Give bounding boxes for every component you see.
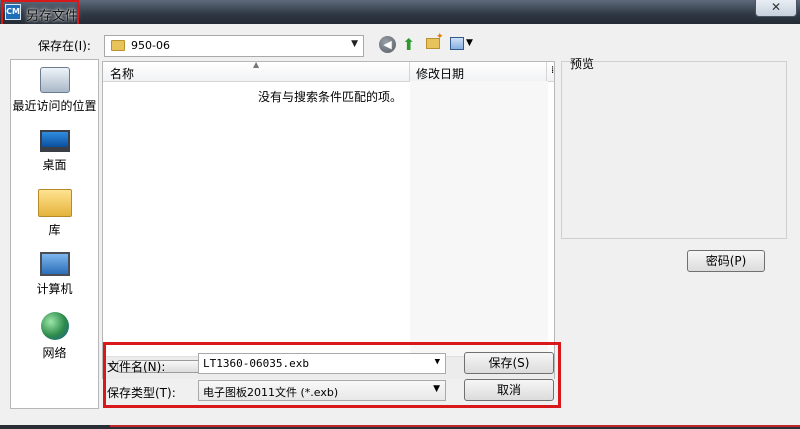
place-label: 桌面 <box>42 158 67 172</box>
column-header: ▲ 名称 修改日期 ⁞ <box>103 60 554 82</box>
place-label: 库 <box>48 223 61 237</box>
place-network[interactable]: 网络 <box>11 312 98 361</box>
libraries-icon <box>37 189 72 217</box>
folder-icon <box>111 40 125 51</box>
computer-icon <box>39 252 70 276</box>
sparkle-icon: ✦ <box>436 32 444 42</box>
places-bar: 最近访问的位置 桌面 库 计算机 网络 <box>10 59 99 409</box>
preview-label: 预览 <box>570 57 595 71</box>
preview-pane <box>561 61 787 239</box>
place-label: 最近访问的位置 <box>12 99 97 113</box>
column-divider[interactable] <box>409 62 410 81</box>
save-in-value: 950-06 <box>131 39 170 52</box>
chevron-down-icon: ▼ <box>351 39 358 49</box>
close-button[interactable]: ✕ <box>755 0 797 17</box>
recent-places-icon <box>39 67 70 93</box>
column-modified-date[interactable]: 修改日期 <box>416 65 464 82</box>
chevron-down-icon[interactable]: ▼ <box>466 38 473 48</box>
network-icon <box>40 312 69 340</box>
up-folder-icon[interactable]: ⬆ <box>402 35 415 54</box>
title-bar: CM 另存文件 ✕ <box>0 0 800 24</box>
place-label: 计算机 <box>36 282 73 296</box>
sort-up-icon: ▲ <box>253 60 260 69</box>
place-recent[interactable]: 最近访问的位置 <box>11 67 98 114</box>
view-menu-icon[interactable] <box>450 37 464 50</box>
save-in-dropdown[interactable]: 950-06 ▼ <box>104 35 364 57</box>
password-button[interactable]: 密码(P) <box>687 250 765 272</box>
title-highlight-box <box>1 0 79 26</box>
file-list[interactable]: ▲ 名称 修改日期 ⁞ 没有与搜索条件匹配的项。 « » <box>102 60 555 379</box>
accent-line <box>110 425 800 427</box>
column-name[interactable]: 名称 <box>110 65 134 82</box>
place-desktop[interactable]: 桌面 <box>11 130 98 173</box>
place-computer[interactable]: 计算机 <box>11 252 98 297</box>
filename-highlight-box <box>103 342 561 408</box>
place-label: 网络 <box>42 346 67 360</box>
desktop-icon <box>39 130 70 152</box>
dialog-body: 保存在(I): 950-06 ▼ ◀ ⬆ ✦ ▼ 最近访问的位置 桌面 库 计算… <box>0 24 800 425</box>
date-column-shade <box>410 81 548 356</box>
back-arrow-icon[interactable]: ◀ <box>379 36 396 53</box>
place-libraries[interactable]: 库 <box>11 189 98 238</box>
save-in-label: 保存在(I): <box>38 39 91 53</box>
column-divider[interactable] <box>546 62 547 81</box>
column-more-icon[interactable]: ⁞ <box>551 65 554 76</box>
empty-message: 没有与搜索条件匹配的项。 <box>258 90 403 104</box>
